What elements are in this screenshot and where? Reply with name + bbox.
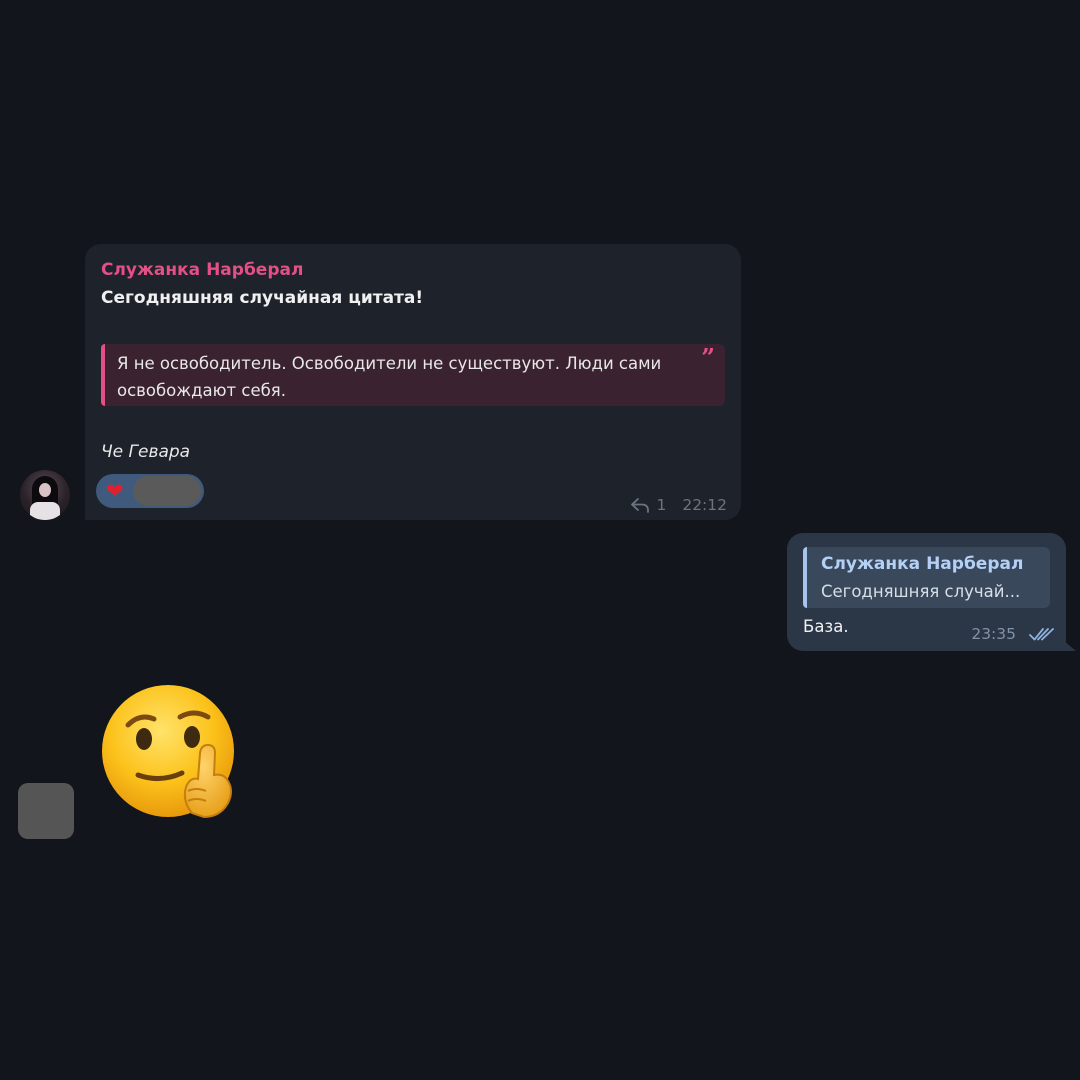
outgoing-message[interactable]: Служанка Нарберал Сегодняшняя случай... … (787, 533, 1066, 651)
reply-preview-text: Сегодняшняя случай... (821, 582, 1021, 601)
reply-preview-name: Служанка Нарберал (821, 554, 1024, 574)
message-time: 22:12 (682, 496, 727, 514)
sender-avatar[interactable] (20, 470, 70, 520)
bubble-tail (1058, 636, 1076, 651)
heart-icon: ❤ (106, 479, 124, 503)
message-time: 23:35 (971, 625, 1016, 643)
reply-icon[interactable] (630, 496, 650, 514)
quote-text: Я не освободитель. Освободители не сущес… (117, 354, 662, 400)
heart-reaction[interactable]: ❤ (96, 474, 204, 508)
double-check-icon (1029, 628, 1054, 641)
reactor-avatar (133, 476, 201, 506)
thinking-face-emoji-icon[interactable] (100, 683, 240, 823)
reply-preview[interactable]: Служанка Нарберал Сегодняшняя случай... (803, 547, 1050, 608)
quote-block: Я не освободитель. Освободители не сущес… (101, 344, 725, 406)
message-title: Сегодняшняя случайная цитата! (101, 288, 424, 308)
quote-mark-icon: ” (701, 343, 715, 372)
message-meta: 1 22:12 (630, 496, 727, 514)
incoming-message[interactable]: Служанка Нарберал Сегодняшняя случайная … (85, 244, 741, 520)
message-text: База. (803, 617, 849, 636)
sender-name[interactable]: Служанка Нарберал (101, 260, 303, 280)
sender-avatar[interactable] (18, 783, 74, 839)
reply-count[interactable]: 1 (656, 496, 666, 514)
message-meta: 23:35 (971, 625, 1056, 643)
chat-view: Служанка Нарберал Сегодняшняя случайная … (0, 0, 1080, 1080)
quote-author: Че Гевара (101, 442, 191, 462)
